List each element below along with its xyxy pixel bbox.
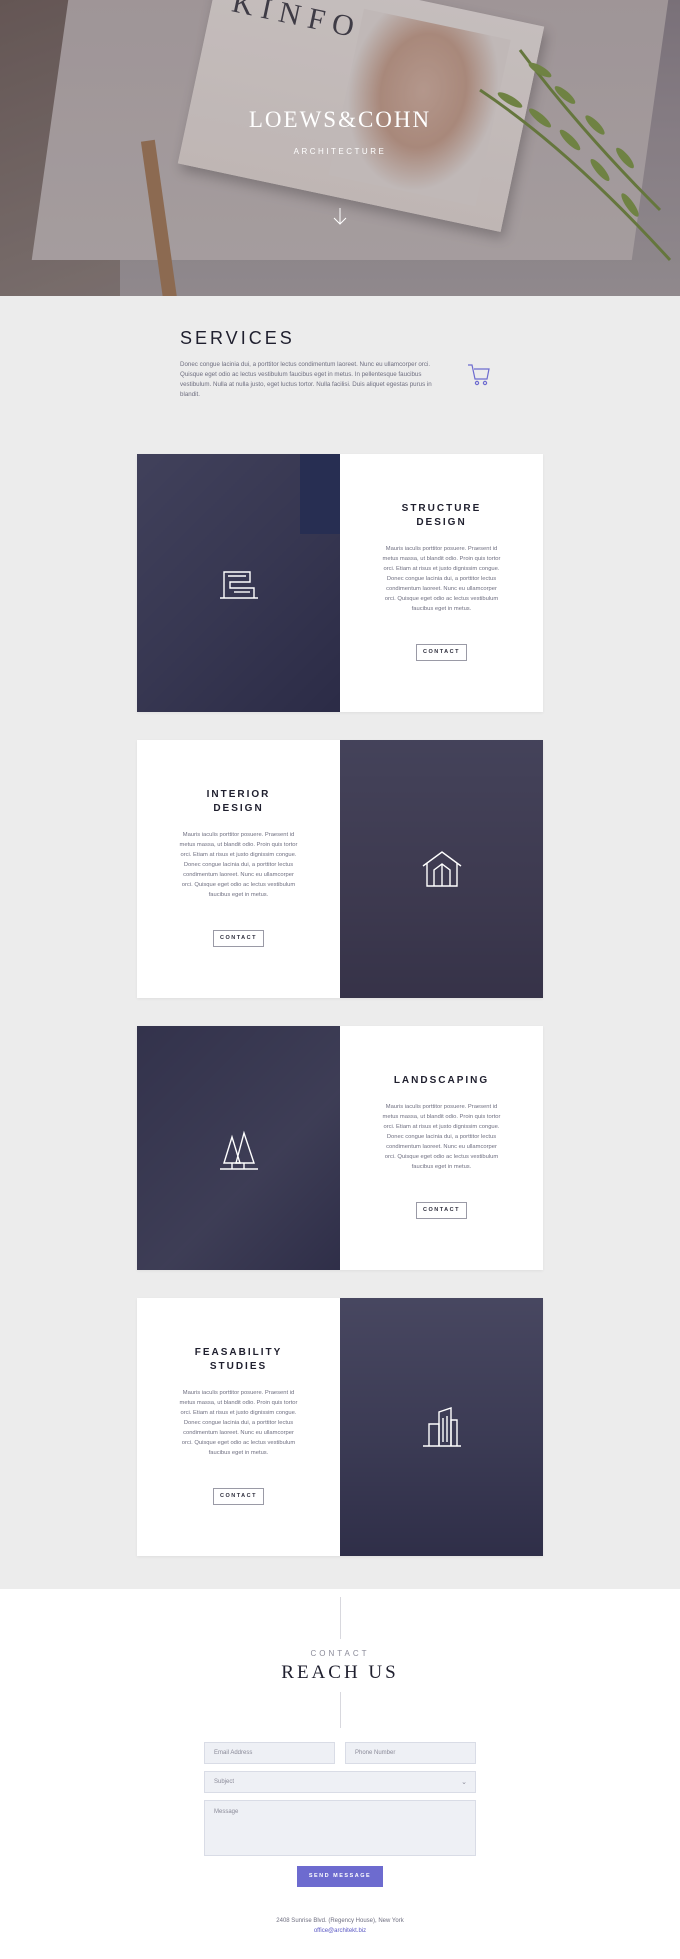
card-body: Mauris iaculis porttitor posuere. Praese… bbox=[179, 832, 298, 898]
divider-top bbox=[340, 1597, 341, 1639]
contact-button[interactable]: CONTACT bbox=[416, 1202, 467, 1219]
landscaping-text: LANDSCAPING Mauris iaculis porttitor pos… bbox=[340, 1026, 543, 1270]
cart-icon bbox=[468, 364, 490, 386]
services-intro: Donec congue lacinia dui, a porttitor le… bbox=[180, 361, 432, 398]
contact-section: CONTACT REACH US Email Address Phone Num… bbox=[0, 1589, 680, 1959]
address-line: 2408 Sunrise Blvd. (Regency House), New … bbox=[276, 1918, 404, 1924]
chevron-down-icon: ⌄ bbox=[461, 1779, 467, 1786]
service-card-feasability: FEASABILITY STUDIES Mauris iaculis portt… bbox=[137, 1298, 543, 1556]
send-message-button[interactable]: SEND MESSAGE bbox=[297, 1866, 383, 1887]
email-field[interactable]: Email Address bbox=[204, 1742, 335, 1764]
card-title-line1: LANDSCAPING bbox=[393, 1075, 490, 1086]
services-title: SERVICES bbox=[180, 328, 295, 348]
structure-image bbox=[137, 454, 340, 712]
service-card-structure: STRUCTURE DESIGN Mauris iaculis porttito… bbox=[137, 454, 543, 712]
brand-subtitle: ARCHITECTURE bbox=[293, 147, 387, 156]
subject-select-value: Subject bbox=[214, 1779, 235, 1785]
house-interior-icon bbox=[422, 851, 461, 887]
contact-button[interactable]: CONTACT bbox=[213, 930, 264, 947]
card-body: Mauris iaculis porttitor posuere. Praese… bbox=[382, 1104, 501, 1170]
contact-button[interactable]: CONTACT bbox=[416, 644, 467, 661]
structure-text: STRUCTURE DESIGN Mauris iaculis porttito… bbox=[340, 454, 543, 712]
email-link[interactable]: office@architekt.biz bbox=[0, 1926, 680, 1936]
services-section: SERVICES Donec congue lacinia dui, a por… bbox=[0, 296, 680, 1589]
card-title-line1: FEASABILITY bbox=[194, 1347, 283, 1358]
skyscraper-icon bbox=[422, 1407, 461, 1447]
interior-image bbox=[340, 740, 543, 998]
service-card-landscaping: LANDSCAPING Mauris iaculis porttitor pos… bbox=[137, 1026, 543, 1270]
contact-eyebrow: CONTACT bbox=[310, 1649, 370, 1658]
feasability-image bbox=[340, 1298, 543, 1556]
divider-bottom bbox=[340, 1692, 341, 1728]
message-field[interactable]: Message bbox=[204, 1800, 476, 1856]
hero-section: KINFOLK LOEWS&COHN ARCHITECTURE bbox=[0, 0, 680, 296]
brand-logo[interactable]: LOEWS&COHN bbox=[0, 107, 680, 133]
card-title-line1: INTERIOR bbox=[206, 789, 271, 800]
interior-text: INTERIOR DESIGN Mauris iaculis porttitor… bbox=[137, 740, 340, 998]
landscaping-image bbox=[137, 1026, 340, 1270]
card-body: Mauris iaculis porttitor posuere. Praese… bbox=[382, 546, 501, 612]
service-card-interior: INTERIOR DESIGN Mauris iaculis porttitor… bbox=[137, 740, 543, 998]
footer-address: 2408 Sunrise Blvd. (Regency House), New … bbox=[0, 1916, 680, 1936]
card-title-line2: STUDIES bbox=[209, 1361, 268, 1372]
building-structure-icon bbox=[219, 571, 258, 599]
scroll-down-arrow-icon[interactable] bbox=[333, 208, 347, 226]
card-title-line2: DESIGN bbox=[213, 803, 264, 814]
trees-icon bbox=[219, 1130, 258, 1170]
subject-select[interactable]: Subject ⌄ bbox=[204, 1771, 476, 1793]
card-title-line2: DESIGN bbox=[416, 517, 467, 528]
contact-heading: REACH US bbox=[281, 1662, 399, 1683]
card-body: Mauris iaculis porttitor posuere. Praese… bbox=[179, 1390, 298, 1456]
feasability-text: FEASABILITY STUDIES Mauris iaculis portt… bbox=[137, 1298, 340, 1556]
card-title-line1: STRUCTURE bbox=[401, 503, 482, 514]
contact-button[interactable]: CONTACT bbox=[213, 1488, 264, 1505]
phone-field[interactable]: Phone Number bbox=[345, 1742, 476, 1764]
